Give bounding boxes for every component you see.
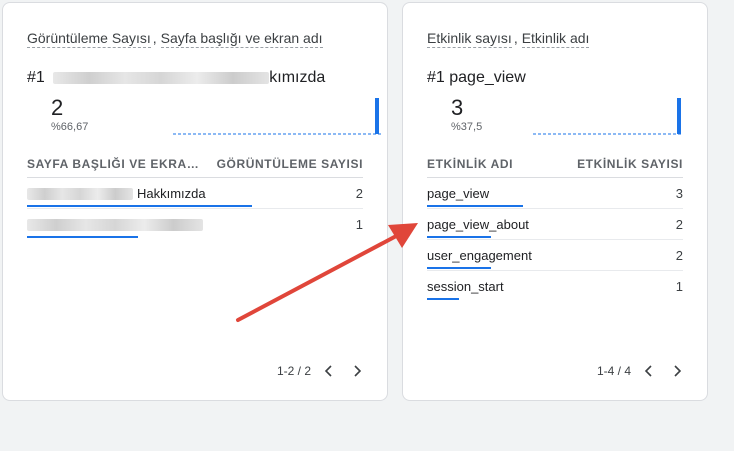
annotation-arrow-icon <box>236 223 418 322</box>
